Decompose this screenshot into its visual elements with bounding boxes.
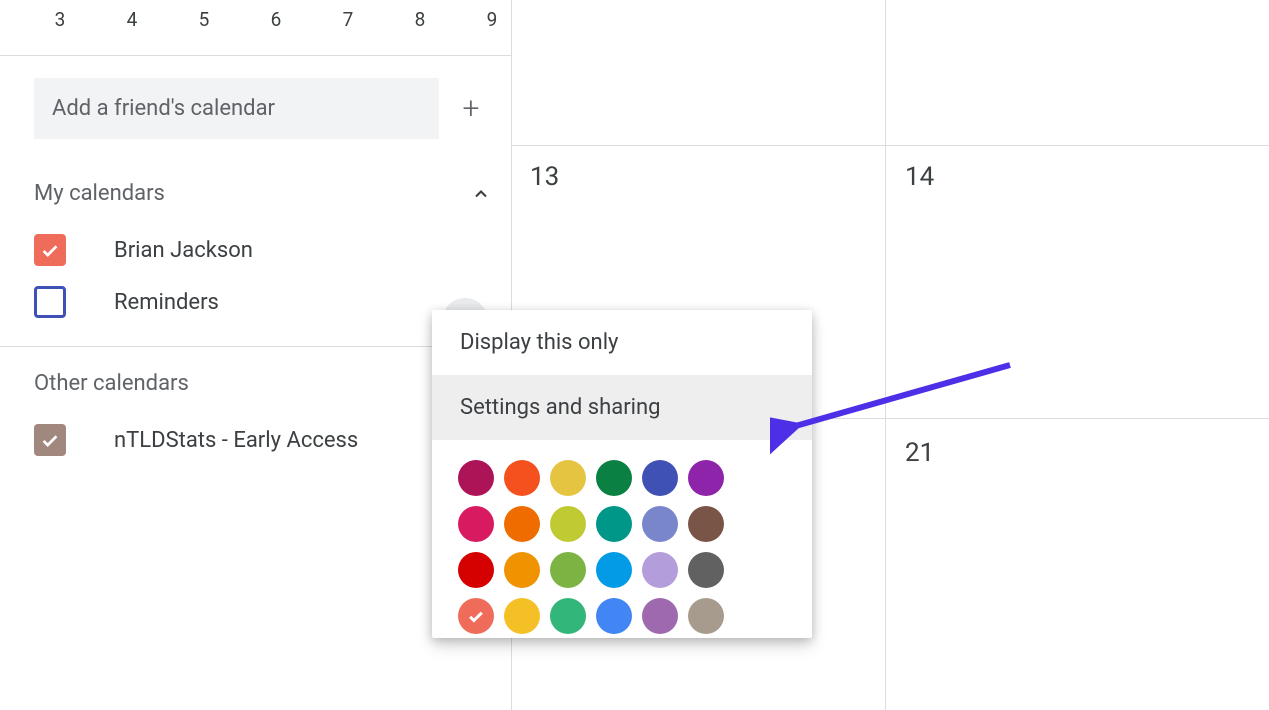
calendar-label: Brian Jackson: [114, 238, 253, 263]
color-swatch[interactable]: [642, 552, 678, 588]
color-swatch[interactable]: [596, 552, 632, 588]
calendar-label: nTLDStats - Early Access: [114, 428, 358, 453]
grid-line: [512, 145, 1269, 146]
color-swatch[interactable]: [550, 460, 586, 496]
mini-cal-day[interactable]: 4: [120, 8, 144, 31]
color-swatch[interactable]: [596, 598, 632, 634]
color-swatch[interactable]: [596, 460, 632, 496]
color-swatch[interactable]: [642, 506, 678, 542]
color-swatch[interactable]: [550, 598, 586, 634]
calendar-label: Reminders: [114, 290, 219, 315]
add-friend-input[interactable]: [34, 78, 439, 139]
mini-calendar-row: 3 4 5 6 7 8 9: [0, 0, 511, 55]
date-cell[interactable]: 13: [530, 162, 559, 192]
color-swatch[interactable]: [504, 460, 540, 496]
color-swatch[interactable]: [688, 460, 724, 496]
calendar-item-brian-jackson[interactable]: Brian Jackson: [0, 224, 511, 276]
color-swatch[interactable]: [596, 506, 632, 542]
mini-cal-day[interactable]: 5: [192, 8, 216, 31]
checkbox-icon[interactable]: [34, 286, 66, 318]
color-swatch[interactable]: [504, 598, 540, 634]
color-swatch[interactable]: [550, 552, 586, 588]
color-swatch[interactable]: [642, 598, 678, 634]
my-calendars-header[interactable]: My calendars: [0, 151, 511, 224]
mini-cal-day[interactable]: 9: [480, 8, 504, 31]
plus-icon: +: [463, 91, 480, 126]
add-friend-row: +: [0, 56, 511, 151]
mini-cal-day[interactable]: 8: [408, 8, 432, 31]
color-swatch[interactable]: [458, 506, 494, 542]
color-picker: [432, 440, 762, 634]
color-swatch[interactable]: [688, 506, 724, 542]
color-swatch[interactable]: [458, 552, 494, 588]
chevron-up-icon[interactable]: [471, 184, 491, 204]
calendar-context-menu: Display this only Settings and sharing: [432, 310, 812, 638]
color-swatch[interactable]: [550, 506, 586, 542]
color-swatch[interactable]: [458, 460, 494, 496]
menu-settings-sharing[interactable]: Settings and sharing: [432, 375, 812, 440]
section-title: Other calendars: [34, 371, 189, 396]
date-cell[interactable]: 21: [905, 438, 934, 468]
mini-cal-day[interactable]: 7: [336, 8, 360, 31]
mini-cal-day[interactable]: 6: [264, 8, 288, 31]
mini-cal-day[interactable]: 3: [48, 8, 72, 31]
section-title: My calendars: [34, 181, 165, 206]
date-cell[interactable]: 14: [905, 162, 934, 192]
add-calendar-button[interactable]: +: [447, 85, 495, 133]
color-swatch[interactable]: [458, 598, 494, 634]
menu-display-only[interactable]: Display this only: [432, 310, 812, 375]
checkbox-icon[interactable]: [34, 234, 66, 266]
checkbox-icon[interactable]: [34, 424, 66, 456]
color-swatch[interactable]: [642, 460, 678, 496]
color-swatch[interactable]: [688, 598, 724, 634]
color-swatch[interactable]: [688, 552, 724, 588]
color-swatch[interactable]: [504, 506, 540, 542]
grid-line: [885, 0, 886, 710]
color-swatch[interactable]: [504, 552, 540, 588]
